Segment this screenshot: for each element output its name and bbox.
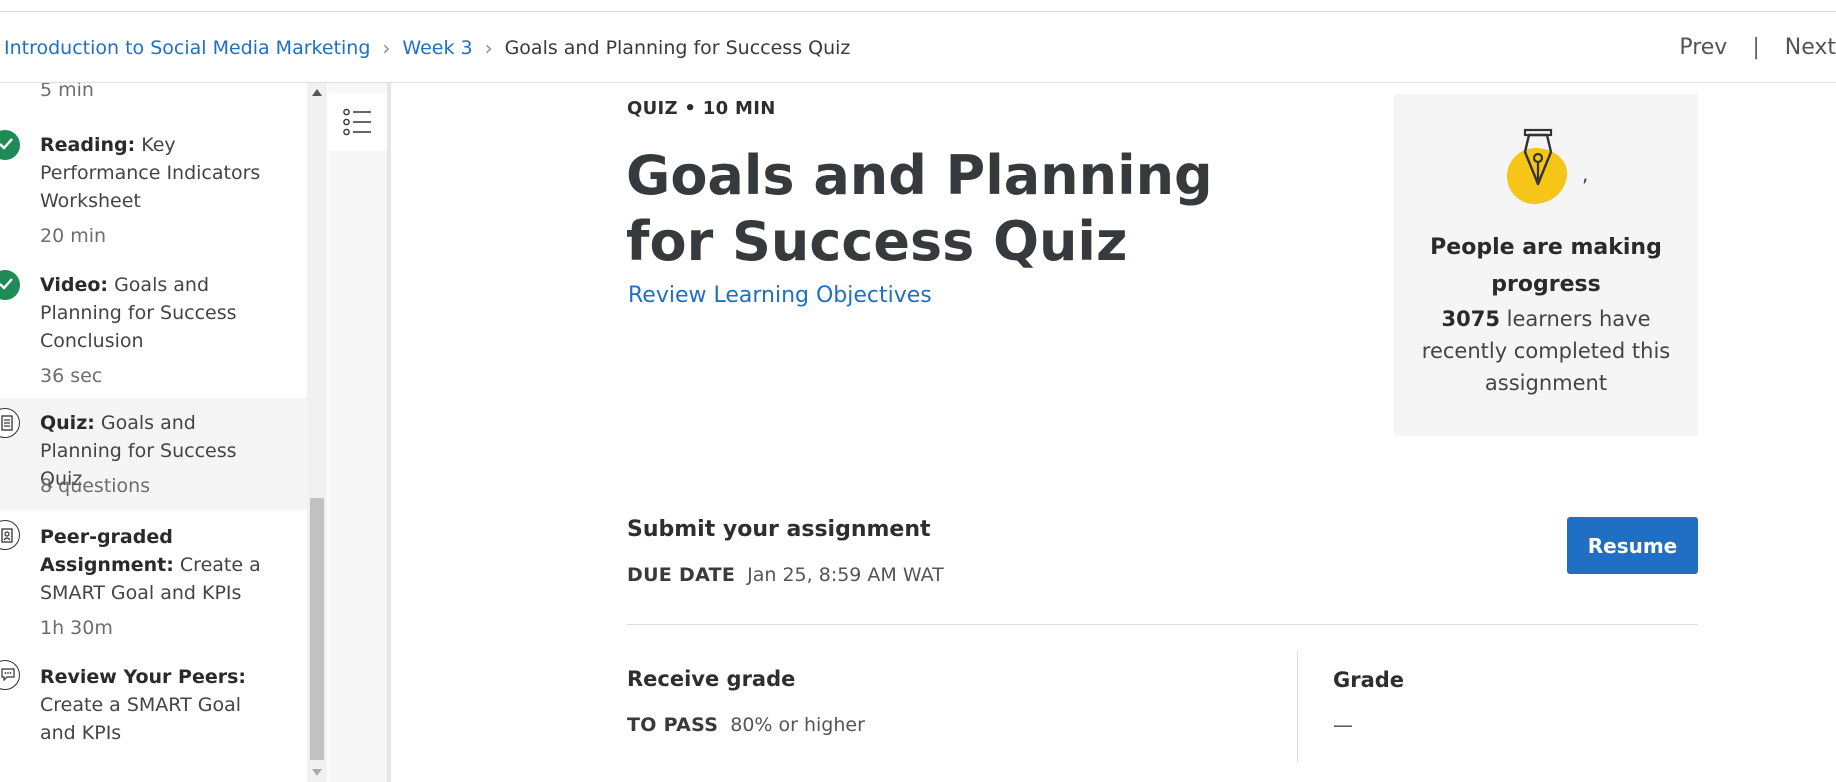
sidebar-item-peer-assignment[interactable]: Peer-graded Assignment: Create a SMART G… [0, 511, 307, 651]
resume-button[interactable]: Resume [1567, 517, 1698, 574]
sidebar-item-meta: 8 questions [40, 475, 151, 497]
sidebar-item-title: Review Your Peers: Create a SMART Goal a… [40, 663, 275, 747]
progress-card: , People are making progress 3075 learne… [1394, 94, 1698, 436]
learner-count: 3075 [1441, 307, 1500, 331]
sidebar-item-quiz-active[interactable]: Quiz: Goals and Planning for Success Qui… [0, 398, 307, 510]
quiz-icon [0, 408, 20, 438]
previous-item-meta: 5 min [40, 83, 94, 101]
review-peers-icon [0, 660, 20, 690]
breadcrumb-current: Goals and Planning for Success Quiz [504, 36, 851, 59]
prev-button[interactable]: Prev [1679, 35, 1727, 60]
check-icon [0, 130, 20, 160]
item-type-label: Quiz: [40, 412, 95, 434]
scroll-down-arrow-icon[interactable] [312, 769, 322, 776]
sidebar-item-title: Peer-graded Assignment: Create a SMART G… [40, 523, 275, 607]
page-title: Goals and Planning for Success Quiz [626, 144, 1213, 273]
item-type-label: Peer-graded Assignment: [40, 526, 174, 576]
grade-title: Grade [1333, 668, 1405, 692]
nav-separator: | [1752, 35, 1760, 60]
breadcrumb-week-link[interactable]: Week 3 [402, 37, 472, 59]
sidebar-scrollbar[interactable] [307, 83, 327, 782]
progress-heading: People are making progress [1430, 235, 1662, 297]
sidebar-item-video[interactable]: Video: Goals and Planning for Success Co… [0, 259, 307, 399]
due-date-row: DUE DATE Jan 25, 8:59 AM WAT [627, 564, 944, 586]
peer-assignment-icon [0, 520, 20, 550]
scrollbar-thumb[interactable] [310, 498, 324, 760]
breadcrumb-course-link[interactable]: Introduction to Social Media Marketing [4, 37, 370, 59]
sidebar-item-meta: 20 min [40, 225, 107, 247]
browser-top-edge [0, 0, 1836, 12]
receive-grade-title: Receive grade [627, 667, 796, 691]
sidebar-item-reading[interactable]: Reading: Key Performance Indicators Work… [0, 119, 307, 259]
section-divider [627, 624, 1698, 625]
card-mark: , [1582, 162, 1589, 186]
sidebar-item-meta: 36 sec [40, 365, 103, 387]
progress-text: 3075 learners have recently completed th… [1414, 303, 1678, 399]
item-kicker: QUIZ • 10 MIN [627, 98, 776, 119]
list-icon [343, 108, 371, 136]
next-button[interactable]: Next [1785, 35, 1836, 60]
sidebar-item-meta: 1h 30m [40, 617, 113, 639]
to-pass-label: TO PASS [627, 714, 719, 736]
check-icon [0, 270, 20, 300]
grade-value: — [1333, 713, 1353, 737]
item-type-label: Video: [40, 274, 109, 296]
main-content: QUIZ • 10 MIN Goals and Planning for Suc… [395, 83, 1836, 782]
to-pass-value: 80% or higher [730, 714, 865, 736]
item-title-text: Create a SMART Goal and KPIs [40, 694, 242, 744]
course-outline-toggle[interactable] [329, 93, 387, 151]
chevron-right-icon: › [382, 35, 391, 60]
item-navigation: Prev | Next [1679, 12, 1836, 83]
due-date-label: DUE DATE [627, 564, 736, 586]
review-learning-objectives-link[interactable]: Review Learning Objectives [628, 283, 932, 308]
sidebar-item-review-peers[interactable]: Review Your Peers: Create a SMART Goal a… [0, 651, 307, 761]
course-sidebar: 5 min Reading: Key Performance Indicator… [0, 83, 307, 782]
grade-divider [1297, 651, 1298, 763]
breadcrumb: Introduction to Social Media Marketing ›… [4, 12, 850, 83]
sidebar-item-title: Video: Goals and Planning for Success Co… [40, 271, 275, 355]
to-pass-row: TO PASS 80% or higher [627, 714, 865, 736]
due-date-value: Jan 25, 8:59 AM WAT [747, 564, 944, 586]
submit-section-title: Submit your assignment [627, 517, 931, 542]
scroll-up-arrow-icon[interactable] [312, 89, 322, 96]
item-type-label: Review Your Peers: [40, 666, 247, 688]
pen-nib-icon [1507, 128, 1583, 208]
item-type-label: Reading: [40, 134, 136, 156]
side-rail [329, 83, 391, 782]
header-bar: Introduction to Social Media Marketing ›… [0, 12, 1836, 83]
chevron-right-icon: › [484, 35, 493, 60]
sidebar-item-title: Reading: Key Performance Indicators Work… [40, 131, 275, 215]
